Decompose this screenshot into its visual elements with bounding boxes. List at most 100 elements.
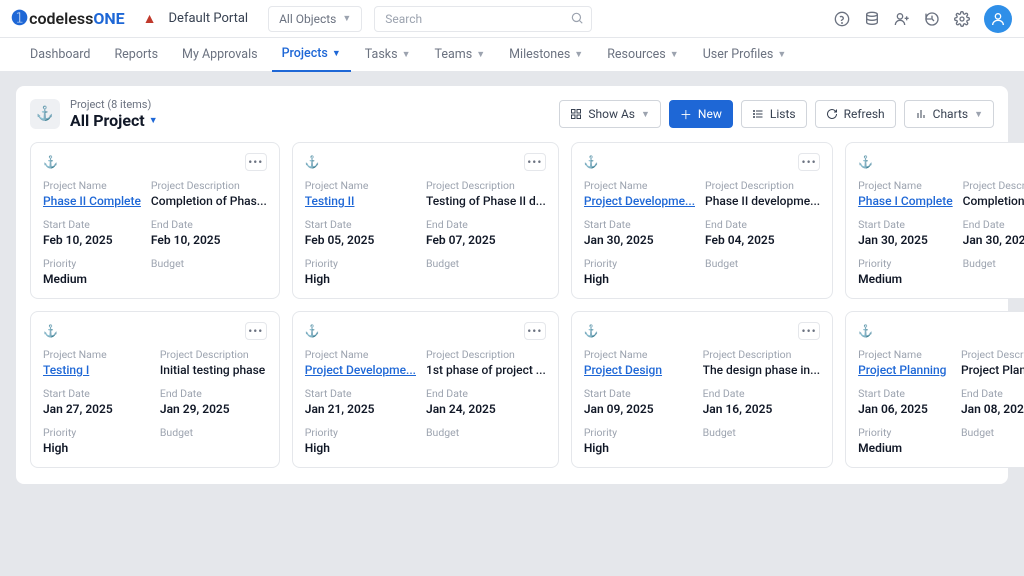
- field-value: Jan 30, 2025: [858, 233, 953, 247]
- chevron-down-icon: ▼: [574, 49, 583, 60]
- field-label: Budget: [705, 257, 820, 270]
- field-label: Start Date: [305, 218, 416, 231]
- field-value[interactable]: Project Developme...: [584, 194, 695, 208]
- anchor-icon: ⚓: [43, 155, 58, 169]
- card-menu-button[interactable]: •••: [798, 153, 820, 171]
- field-label: Project Name: [305, 179, 416, 192]
- project-card: ⚓ ••• Project Name Project Developme... Proj…: [292, 311, 559, 468]
- refresh-button[interactable]: Refresh: [815, 100, 896, 128]
- field-label: Project Description: [963, 179, 1024, 192]
- anchor-icon: ⚓: [305, 324, 320, 338]
- project-card: ⚓•••Project NameProject PlanningProject …: [845, 311, 1024, 468]
- field-value[interactable]: Phase I Complete: [858, 194, 953, 208]
- tab-teams[interactable]: Teams▼: [425, 38, 496, 72]
- user-avatar[interactable]: [984, 5, 1012, 33]
- new-button[interactable]: ＋New: [669, 100, 733, 128]
- field-label: Priority: [584, 426, 693, 439]
- field-label: Project Name: [584, 179, 695, 192]
- history-icon[interactable]: [924, 11, 940, 27]
- field-label: Priority: [305, 257, 416, 270]
- field-value: Jan 24, 2025: [426, 402, 546, 416]
- panel-toolbar: Show As▼ ＋New Lists Refresh Charts▼: [559, 100, 994, 128]
- field-label: Project Description: [426, 179, 546, 192]
- field-value: Jan 30, 2025: [584, 233, 695, 247]
- field-value: Jan 06, 2025: [858, 402, 951, 416]
- anchor-icon: ⚓: [858, 324, 873, 338]
- field-label: Project Name: [584, 348, 693, 361]
- field-value: Medium: [858, 272, 953, 286]
- field-value[interactable]: Testing II: [305, 194, 416, 208]
- field-value: The design phase in...: [703, 363, 821, 377]
- chevron-down-icon: ▼: [149, 115, 158, 126]
- card-menu-button[interactable]: •••: [245, 153, 267, 171]
- anchor-icon: ⚓: [305, 155, 320, 169]
- field-value[interactable]: Project Design: [584, 363, 693, 377]
- field-label: Project Description: [426, 348, 546, 361]
- database-icon[interactable]: [864, 11, 880, 27]
- logo-mark-icon: ➊: [12, 8, 27, 29]
- field-value[interactable]: Testing I: [43, 363, 150, 377]
- field-value: Completion of Phas...: [151, 194, 267, 208]
- global-search: [374, 6, 592, 32]
- tab-milestones[interactable]: Milestones▼: [499, 38, 593, 72]
- gear-icon[interactable]: [954, 11, 970, 27]
- chevron-down-icon: ▼: [332, 48, 341, 59]
- field-label: Priority: [43, 426, 150, 439]
- field-label: Project Name: [305, 348, 416, 361]
- show-as-button[interactable]: Show As▼: [559, 100, 661, 128]
- anchor-icon: ⚓: [584, 324, 599, 338]
- anchor-icon: ⚓: [584, 155, 599, 169]
- field-value[interactable]: Project Planning: [858, 363, 951, 377]
- field-value[interactable]: Phase II Complete: [43, 194, 141, 208]
- app-logo[interactable]: ➊ codelessONE: [12, 8, 125, 29]
- chevron-down-icon: ▼: [670, 49, 679, 60]
- lists-button[interactable]: Lists: [741, 100, 807, 128]
- project-card: ⚓•••Project NamePhase I CompleteProject …: [845, 142, 1024, 299]
- field-label: Project Name: [43, 348, 150, 361]
- tab-tasks[interactable]: Tasks▼: [355, 38, 421, 72]
- field-label: Priority: [43, 257, 141, 270]
- project-card: ⚓•••Project NameTesting IProject Descrip…: [30, 311, 280, 468]
- search-icon: [570, 11, 584, 28]
- field-value: Completion of Phas...: [963, 194, 1024, 208]
- tab-my-approvals[interactable]: My Approvals: [172, 38, 268, 72]
- tab-reports[interactable]: Reports: [104, 38, 168, 72]
- anchor-icon: ⚓: [858, 155, 873, 169]
- card-menu-button[interactable]: •••: [798, 322, 820, 340]
- card-menu-button[interactable]: •••: [524, 322, 546, 340]
- add-user-icon[interactable]: [894, 11, 910, 27]
- card-menu-button[interactable]: •••: [524, 153, 546, 171]
- nav-bar: DashboardReportsMy ApprovalsProjects▼Tas…: [0, 38, 1024, 72]
- field-label: Start Date: [858, 218, 953, 231]
- tab-user-profiles[interactable]: User Profiles▼: [693, 38, 797, 72]
- field-label: End Date: [705, 218, 820, 231]
- field-value: Phase II developme...: [705, 194, 820, 208]
- charts-button[interactable]: Charts▼: [904, 100, 994, 128]
- portal-name[interactable]: Default Portal: [169, 11, 249, 26]
- field-label: End Date: [426, 387, 546, 400]
- field-label: Priority: [858, 257, 953, 270]
- field-value[interactable]: Project Developme...: [305, 363, 416, 377]
- field-value: Testing of Phase II d...: [426, 194, 546, 208]
- tab-projects[interactable]: Projects▼: [272, 38, 351, 72]
- field-value: Jan 08, 2025: [961, 402, 1024, 416]
- chevron-down-icon: ▼: [342, 13, 351, 24]
- help-icon[interactable]: [834, 11, 850, 27]
- field-label: Priority: [305, 426, 416, 439]
- field-label: End Date: [963, 218, 1024, 231]
- page-title[interactable]: All Project▼: [70, 111, 158, 130]
- tab-resources[interactable]: Resources▼: [597, 38, 688, 72]
- field-label: End Date: [703, 387, 821, 400]
- field-label: End Date: [961, 387, 1024, 400]
- plus-icon: ＋: [680, 106, 692, 123]
- project-grid: ⚓ ••• Project Name Phase II Complete Project…: [30, 142, 994, 468]
- search-input[interactable]: [374, 6, 592, 32]
- tab-dashboard[interactable]: Dashboard: [20, 38, 100, 72]
- field-label: Budget: [160, 426, 267, 439]
- field-label: Start Date: [858, 387, 951, 400]
- object-selector[interactable]: All Objects ▼: [268, 6, 362, 32]
- field-value: High: [584, 441, 693, 455]
- field-value: Feb 05, 2025: [305, 233, 416, 247]
- breadcrumb: Project (8 items): [70, 98, 158, 111]
- card-menu-button[interactable]: •••: [245, 322, 267, 340]
